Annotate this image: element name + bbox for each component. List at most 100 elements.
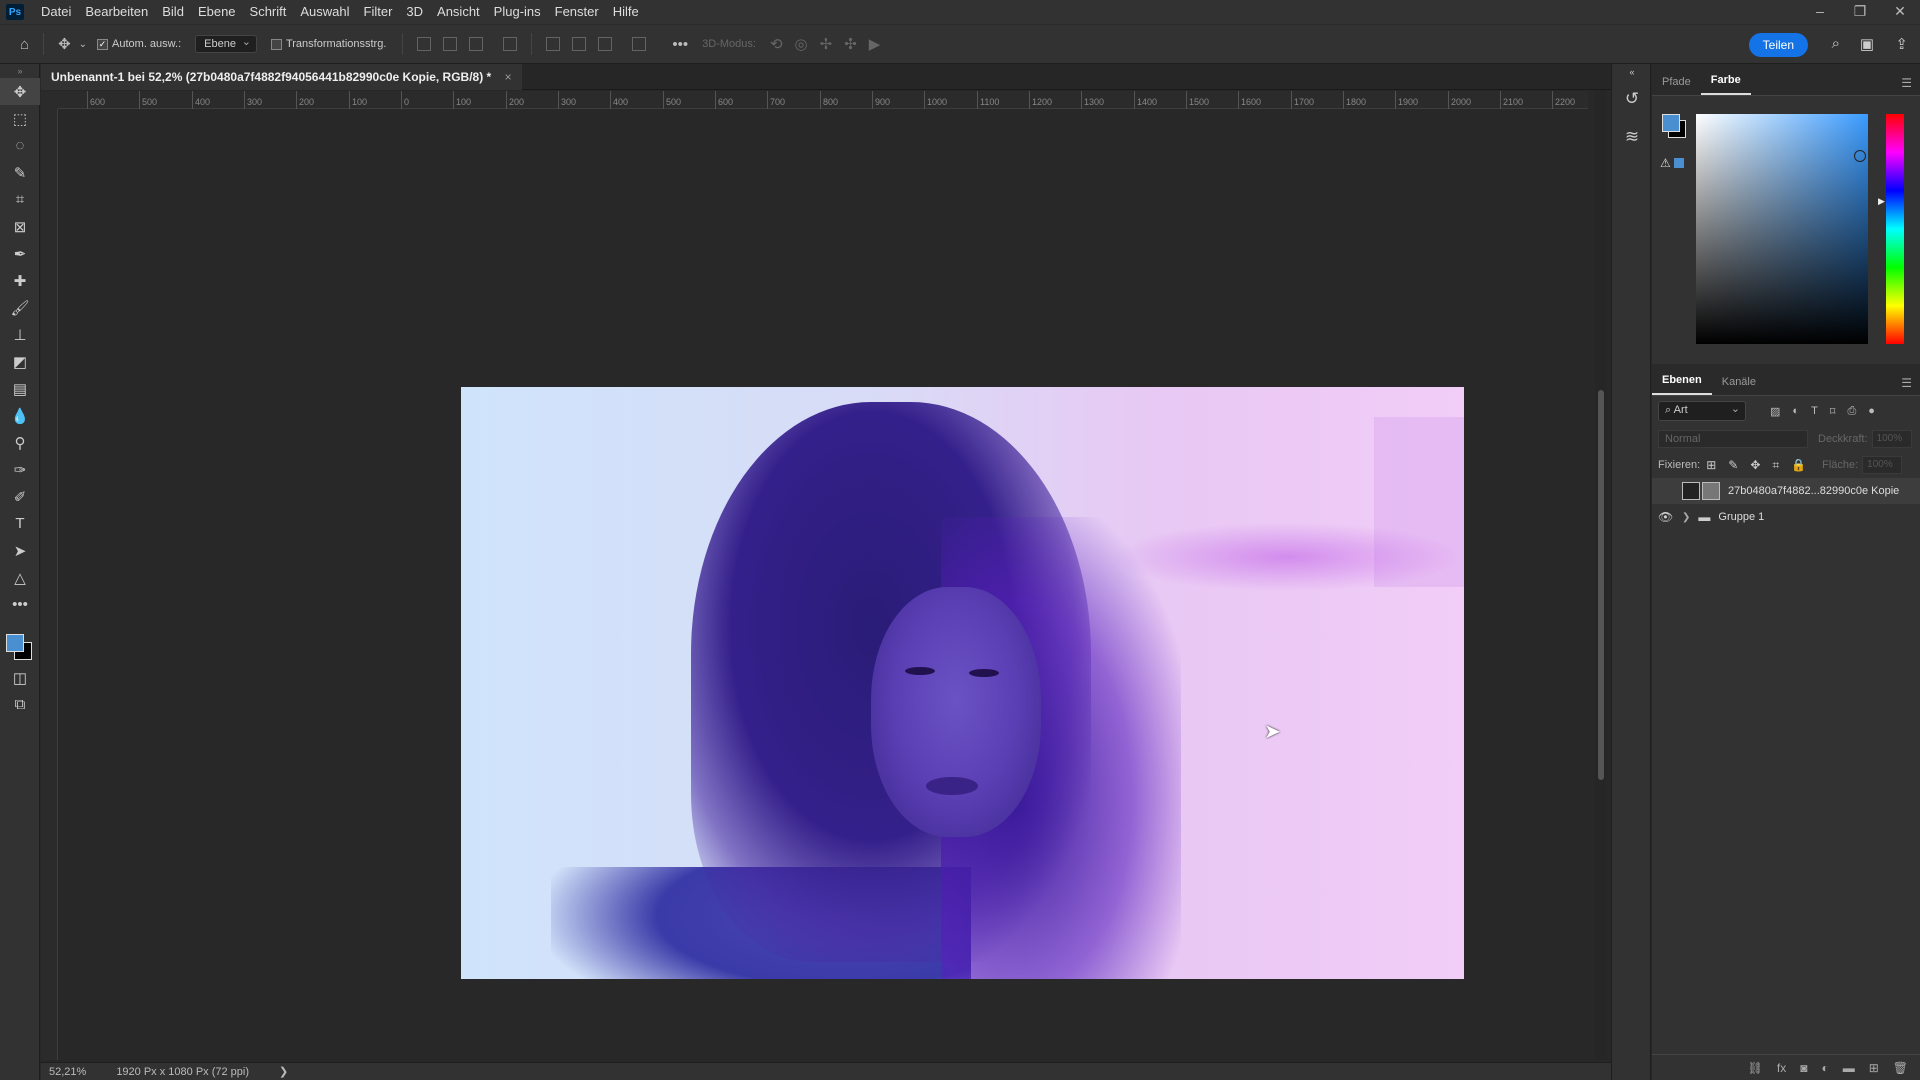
collapse-tools-icon[interactable]: »	[0, 64, 40, 78]
menu-bild[interactable]: Bild	[155, 0, 191, 24]
dodge-tool-icon[interactable]: ⚲	[0, 429, 40, 456]
search-icon[interactable]: ⌕	[1832, 35, 1840, 52]
pen-tool-icon[interactable]: ✑	[0, 456, 40, 483]
menu-ansicht[interactable]: Ansicht	[430, 0, 487, 24]
align-bottom-icon[interactable]	[598, 37, 613, 51]
menu-schrift[interactable]: Schrift	[243, 0, 294, 24]
ruler-corner[interactable]	[41, 91, 58, 109]
path-selection-tool-icon[interactable]: ➤	[0, 537, 40, 564]
menu-fenster[interactable]: Fenster	[548, 0, 606, 24]
scroll-thumb[interactable]	[1598, 390, 1604, 780]
tab-paths[interactable]: Pfade	[1652, 76, 1701, 95]
filter-adjustment-icon[interactable]: ◐	[1792, 405, 1799, 417]
hue-slider-handle-icon[interactable]: ▶	[1878, 196, 1885, 207]
align-left-icon[interactable]	[417, 37, 432, 51]
distribute-vertical-icon[interactable]	[632, 37, 647, 51]
panel-menu-icon[interactable]: ☰	[1901, 76, 1912, 90]
menu-bearbeiten[interactable]: Bearbeiten	[78, 0, 155, 24]
blur-tool-icon[interactable]: 💧	[0, 402, 40, 429]
more-options-icon[interactable]: •••	[672, 36, 688, 53]
layer-row[interactable]: 27b0480a7f4882...82990c0e Kopie	[1652, 478, 1920, 504]
vertical-ruler[interactable]	[41, 109, 58, 1060]
layers-dock-icon[interactable]: ≋	[1612, 118, 1652, 156]
document-tab[interactable]: Unbenannt-1 bei 52,2% (27b0480a7f4882f94…	[41, 64, 522, 90]
3d-orbit-icon[interactable]: ⟲	[770, 35, 783, 53]
crop-tool-icon[interactable]: ⌗	[0, 186, 40, 213]
3d-slide-icon[interactable]: ✣	[844, 35, 857, 53]
new-layer-icon[interactable]: ⊞	[1869, 1061, 1879, 1075]
edit-toolbar-icon[interactable]: •••	[0, 591, 40, 618]
lock-artboard-icon[interactable]: ⌗	[1772, 458, 1779, 473]
3d-camera-icon[interactable]: ▶	[869, 35, 881, 53]
tab-channels[interactable]: Kanäle	[1712, 376, 1766, 395]
move-tool-icon[interactable]: ✥	[0, 78, 40, 105]
gradient-tool-icon[interactable]: ▤	[0, 375, 40, 402]
filter-shape-icon[interactable]: ⌑	[1830, 405, 1836, 418]
canvas-area[interactable]: ➤	[58, 109, 1588, 1060]
chevron-down-icon[interactable]: ⌄	[79, 39, 87, 50]
color-picker-ring[interactable]	[1854, 150, 1866, 162]
lock-position-icon[interactable]: ✥	[1750, 458, 1760, 472]
frame-tool-icon[interactable]: ⊠	[0, 213, 40, 240]
eraser-tool-icon[interactable]: ◩	[0, 348, 40, 375]
opacity-input[interactable]: 100%	[1871, 430, 1912, 448]
lasso-tool-icon[interactable]: ◌	[0, 132, 40, 159]
3d-pan-icon[interactable]: ✢	[820, 35, 833, 53]
out-of-gamut-warning-icon[interactable]: ⚠	[1660, 156, 1671, 170]
minimize-icon[interactable]: –	[1800, 0, 1840, 24]
filter-pixel-icon[interactable]: ▨	[1770, 405, 1780, 418]
fill-input[interactable]: 100%	[1862, 456, 1903, 474]
clone-stamp-tool-icon[interactable]: ⊥	[0, 321, 40, 348]
horizontal-ruler[interactable]: 600 500 400 300 200 100 0 100 200 300 40…	[58, 91, 1588, 109]
delete-layer-icon[interactable]: 🗑	[1893, 1061, 1908, 1075]
workspace-icon[interactable]: ▣	[1860, 35, 1874, 53]
layer-filter-type-dropdown[interactable]: ⌕ Art	[1658, 401, 1746, 421]
close-window-icon[interactable]: ✕	[1880, 0, 1920, 24]
web-safe-swatch[interactable]	[1674, 158, 1684, 168]
quick-mask-icon[interactable]: ◫	[0, 664, 40, 691]
brush-tool-icon[interactable]: 🖌	[0, 294, 40, 321]
menu-filter[interactable]: Filter	[357, 0, 400, 24]
screen-mode-icon[interactable]: ⧉	[0, 691, 40, 718]
collapse-panels-icon[interactable]: «	[1612, 64, 1652, 80]
lock-transparent-icon[interactable]: ⊞	[1706, 458, 1716, 472]
hue-slider[interactable]	[1886, 114, 1904, 344]
move-tool-icon[interactable]: ✥	[58, 35, 71, 53]
3d-roll-icon[interactable]: ◎	[795, 35, 808, 53]
lock-pixels-icon[interactable]: ✎	[1728, 458, 1738, 472]
marquee-tool-icon[interactable]: ⬚	[0, 105, 40, 132]
menu-datei[interactable]: Datei	[34, 0, 78, 24]
foreground-color-swatch[interactable]	[6, 634, 24, 652]
healing-brush-tool-icon[interactable]: ✚	[0, 267, 40, 294]
history-icon[interactable]: ↺	[1612, 80, 1652, 118]
panel-menu-icon[interactable]: ☰	[1901, 376, 1912, 390]
align-center-icon[interactable]	[443, 37, 458, 51]
adjustment-layer-icon[interactable]: ◐	[1821, 1061, 1828, 1075]
menu-ebene[interactable]: Ebene	[191, 0, 243, 24]
foreground-color-swatch[interactable]	[1662, 114, 1680, 132]
share-export-icon[interactable]: ⇪	[1895, 35, 1908, 53]
eye-icon[interactable]: 👁	[1658, 510, 1674, 524]
auto-select-target-dropdown[interactable]: Ebene	[195, 35, 257, 53]
type-tool-icon[interactable]: T	[0, 510, 40, 537]
filter-smart-object-icon[interactable]: ⎙	[1847, 405, 1856, 418]
layer-row[interactable]: 👁 ❯ ▬ Gruppe 1	[1652, 504, 1920, 530]
quick-selection-tool-icon[interactable]: ✎	[0, 159, 40, 186]
layer-mask-thumbnail[interactable]	[1702, 482, 1720, 500]
menu-hilfe[interactable]: Hilfe	[606, 0, 646, 24]
close-icon[interactable]: ×	[505, 70, 512, 84]
blend-mode-dropdown[interactable]: Normal	[1658, 430, 1808, 448]
filter-toggle-icon[interactable]: ●	[1868, 405, 1875, 417]
vertical-scrollbar[interactable]	[1595, 90, 1607, 1060]
home-icon[interactable]: ⌂	[20, 36, 29, 53]
filter-type-icon[interactable]: T	[1811, 405, 1818, 417]
new-group-icon[interactable]: ▬	[1843, 1061, 1855, 1075]
align-right-icon[interactable]	[469, 37, 484, 51]
eyedropper-tool-icon[interactable]: ✒	[0, 240, 40, 267]
auto-select-checkbox[interactable]: ✓ Autom. ausw.:	[97, 38, 181, 50]
restore-icon[interactable]: ❐	[1840, 0, 1880, 24]
chevron-right-icon[interactable]: ❯	[1682, 512, 1690, 523]
tab-layers[interactable]: Ebenen	[1652, 374, 1712, 395]
transform-controls-checkbox[interactable]: Transformationsstrg.	[270, 38, 386, 50]
status-menu-arrow[interactable]: ❯	[279, 1065, 288, 1078]
